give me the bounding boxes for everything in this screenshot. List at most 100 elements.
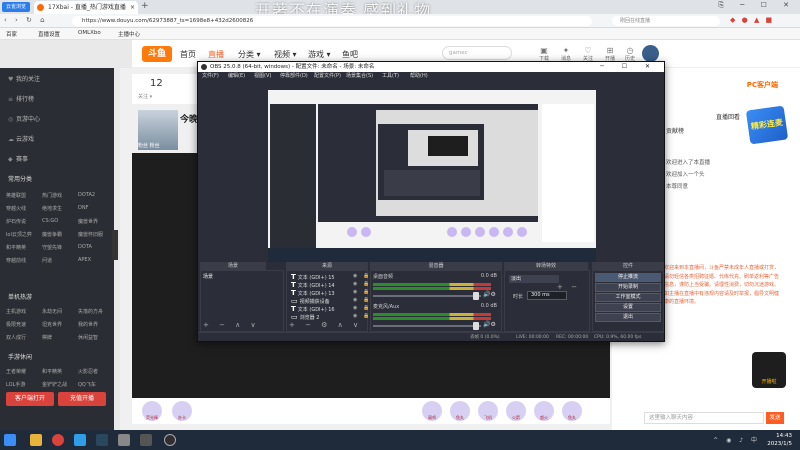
visibility-lock-icon[interactable]: ◉ 🔒 — [353, 313, 371, 319]
browser-icon[interactable] — [52, 434, 64, 446]
obs-titlebar[interactable]: OBS 25.0.8 (64-bit, windows) - 配置文件: 未命名… — [198, 62, 664, 72]
visibility-lock-icon[interactable]: ◉ 🔒 — [353, 289, 371, 295]
category-item[interactable]: CS:GO — [42, 218, 58, 224]
url-input[interactable]: https://www.douyu.com/62973887_ts=1698e8… — [72, 16, 592, 26]
user-avatar[interactable] — [642, 45, 659, 62]
gift-item[interactable]: 鱼丸 — [562, 401, 582, 421]
volume-slider[interactable] — [373, 322, 481, 330]
menu-file[interactable]: 文件(F) — [202, 72, 219, 80]
category-item[interactable]: 守望先锋 — [42, 244, 62, 251]
mic-icon[interactable]: 🔊⚙ — [483, 321, 496, 328]
source-item[interactable]: ▭ 浏览器 2 ◉ 🔒 — [291, 313, 369, 321]
category-item[interactable]: 英雄联盟 — [6, 192, 26, 199]
app-icon[interactable] — [118, 434, 130, 446]
visibility-lock-icon[interactable]: ◉ 🔒 — [353, 297, 371, 303]
chat-input[interactable]: 这里输入聊天内容 — [644, 412, 764, 424]
sidebar-item-webgames[interactable]: ◎ 页游中心 — [8, 114, 40, 123]
sidebar-item-rank[interactable]: ≡ 排行榜 — [8, 94, 34, 103]
download-icon[interactable]: ▣ 下载 — [536, 46, 552, 62]
category-item[interactable]: LOL手游 — [6, 381, 25, 388]
pc-client-button[interactable]: PC客户端 — [747, 80, 778, 90]
source-item[interactable]: ▭ 视频捕获设备 ◉ 🔒 — [291, 297, 369, 305]
category-item[interactable]: 王者荣耀 — [6, 368, 26, 375]
category-item[interactable]: 绝地求生 — [42, 205, 62, 212]
gift-item[interactable]: 弱鸡 — [422, 401, 442, 421]
obs-taskbar-icon[interactable] — [164, 434, 176, 446]
window-controls[interactable]: ⎘ ─ ☐ ✕ — [718, 1, 796, 10]
nav-home[interactable]: 首页 — [180, 49, 196, 60]
message-icon[interactable]: ✦ 消息 — [558, 46, 574, 62]
nav-buttons[interactable]: ‹ › ↻ ⌂ — [4, 16, 48, 24]
send-button[interactable]: 发送 — [766, 412, 784, 424]
category-item[interactable]: 穿越前线 — [6, 257, 26, 264]
visibility-lock-icon[interactable]: ◉ 🔒 — [353, 281, 371, 287]
history-icon[interactable]: ◷ 历史 — [622, 46, 638, 62]
menu-edit[interactable]: 编辑(E) — [228, 72, 245, 80]
category-item[interactable]: 永劫无间 — [42, 308, 62, 315]
browser-search-input[interactable]: 刚回在线直播 — [612, 16, 720, 26]
site-logo[interactable]: 斗鱼 — [142, 46, 172, 62]
follow-icon[interactable]: ♡ 关注 — [580, 46, 596, 62]
start-live-icon[interactable]: ⊞ 开播 — [602, 46, 618, 62]
recharge-button[interactable]: 充值开播 — [58, 392, 106, 406]
open-client-button[interactable]: 客户端打开 — [6, 392, 54, 406]
start-icon[interactable] — [4, 434, 16, 446]
rank-label[interactable]: 贡献榜 — [666, 126, 684, 135]
studio-mode-button[interactable]: 工作室模式 — [595, 293, 661, 302]
category-item[interactable]: 火影忍者 — [78, 368, 98, 375]
category-item[interactable]: DOTA2 — [78, 192, 95, 198]
explorer-icon[interactable] — [30, 434, 42, 446]
sidebar-item-events[interactable]: ◆ 赛事 — [8, 154, 28, 163]
source-controls[interactable]: + − ⚙ ∧ ∨ — [289, 321, 362, 329]
gift-item[interactable]: 办卡 — [172, 401, 192, 421]
category-item[interactable]: 休闲益智 — [78, 334, 98, 341]
category-item[interactable]: 魔兽怀旧服 — [78, 231, 103, 238]
menu-tools[interactable]: 工具(T) — [382, 72, 399, 80]
settings-button[interactable]: 设置 — [595, 303, 661, 312]
transition-select[interactable]: 淡出 — [509, 275, 559, 283]
menu-scene-collection[interactable]: 场景集合(S) — [346, 72, 373, 80]
new-tab-button[interactable]: + — [141, 1, 149, 11]
category-item[interactable]: DOTA — [78, 244, 92, 250]
category-item[interactable]: 炉石传说 — [6, 218, 26, 225]
mascot-badge[interactable]: 开播啦 — [752, 352, 786, 388]
sidebar-item-cloudgame[interactable]: ☁ 云游戏 — [8, 134, 34, 143]
nav-category[interactable]: 分类 ▾ — [238, 49, 261, 60]
menu-view[interactable]: 视图(V) — [254, 72, 271, 80]
nav-video[interactable]: 视频 ▾ — [274, 49, 297, 60]
scene-controls[interactable]: + − ∧ ∨ — [203, 321, 260, 329]
category-item[interactable]: 我的世界 — [78, 321, 98, 328]
category-item[interactable]: 双人成行 — [6, 334, 26, 341]
category-item[interactable]: 主机游戏 — [6, 308, 26, 315]
browser-tab[interactable]: 17Xbai - 直播_热门游戏直播 × — [34, 1, 138, 14]
nav-fishbar[interactable]: 鱼吧 — [342, 49, 358, 60]
menu-docks[interactable]: 停靠部件(D) — [280, 72, 308, 80]
browser-logo[interactable]: 云雀浏览 — [2, 2, 30, 12]
nav-live[interactable]: 直播 — [208, 49, 224, 60]
category-item[interactable]: 问道 — [42, 257, 52, 264]
system-tray[interactable]: ^ ◉ ♪ 中 — [713, 435, 760, 444]
category-item[interactable]: 热门游戏 — [42, 192, 62, 199]
visibility-lock-icon[interactable]: ◉ 🔒 — [353, 305, 371, 311]
gift-item[interactable]: 火箭 — [506, 401, 526, 421]
sidebar-collapse-handle[interactable] — [112, 230, 118, 260]
category-item[interactable]: 穿越火线 — [6, 205, 26, 212]
category-item[interactable]: 棋牌 — [42, 334, 52, 341]
nav-games[interactable]: 游戏 ▾ — [308, 49, 331, 60]
category-item[interactable]: QQ飞车 — [78, 381, 96, 388]
category-item[interactable]: lol云顶之弈 — [6, 231, 32, 238]
gift-item[interactable]: 鱼丸 — [450, 401, 470, 421]
obs-preview[interactable] — [268, 90, 596, 262]
stop-streaming-button[interactable]: 停止推流 — [595, 273, 661, 282]
gift-item[interactable]: 荧光棒 — [142, 401, 162, 421]
scene-item[interactable]: 场景 — [203, 273, 213, 280]
visibility-lock-icon[interactable]: ◉ 🔒 — [353, 273, 371, 279]
category-item[interactable]: 失落的方舟 — [78, 308, 103, 315]
category-item[interactable]: DNF — [78, 205, 88, 211]
source-item[interactable]: T 文本 (GDI+) 14 ◉ 🔒 — [291, 281, 369, 289]
bookmark-item[interactable]: OMLXbo — [78, 30, 101, 36]
category-item[interactable]: 极限竞速 — [6, 321, 26, 328]
start-recording-button[interactable]: 开始录制 — [595, 283, 661, 292]
source-item[interactable]: T 文本 (GDI+) 13 ◉ 🔒 — [291, 289, 369, 297]
close-tab-icon[interactable]: × — [130, 1, 135, 14]
